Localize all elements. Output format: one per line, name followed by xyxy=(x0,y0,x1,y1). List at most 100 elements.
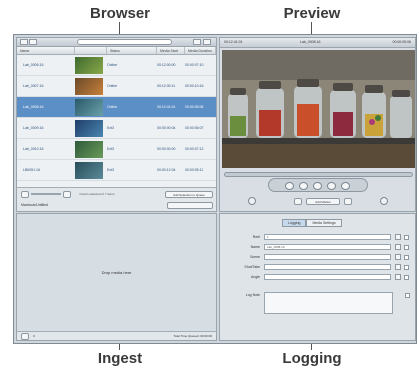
shuttle-icon[interactable] xyxy=(380,197,388,205)
logging-field-row: Shot/Take xyxy=(224,264,409,271)
field-checkbox[interactable] xyxy=(404,255,409,260)
clip-thumbnail xyxy=(75,119,103,137)
clip-media-duration: 00:00:05:11 xyxy=(185,168,204,172)
action-button[interactable] xyxy=(203,39,211,45)
clip-media-duration: 00:00:05:06 xyxy=(185,105,204,109)
clip-media-start: 00:12:30:11 xyxy=(157,84,176,88)
logging-field-row: Reel 1 xyxy=(224,234,409,241)
queue-count: 0 xyxy=(33,334,35,338)
clip-media-start: 00:00:00:00 xyxy=(157,147,176,151)
preview-header: 00:12:41:01 Lab_0008.16 00:00:05:06 xyxy=(220,38,415,48)
field-input[interactable]: 1 xyxy=(264,234,391,240)
transport-controls xyxy=(268,178,368,192)
browser-pane: Name Status Media Start Media Duration L… xyxy=(16,37,217,212)
clip-media-duration: 00:00:07:12 xyxy=(185,147,204,151)
clip-media-duration: 00:00:07:10 xyxy=(185,63,204,67)
clip-status: Online xyxy=(107,63,118,67)
list-view-button[interactable] xyxy=(29,39,37,45)
play-icon[interactable] xyxy=(313,182,322,190)
col-status[interactable]: Status xyxy=(107,47,157,54)
col-name[interactable]: Name xyxy=(17,47,75,54)
field-popup-button[interactable] xyxy=(395,234,401,240)
scrubber-bar[interactable] xyxy=(224,172,413,177)
col-media-duration[interactable]: Media Duration xyxy=(185,47,216,54)
clip-row[interactable]: Lab_0007.16 Online 00:12:30:11 00:00:10:… xyxy=(17,76,216,97)
go-to-start-icon[interactable] xyxy=(285,182,294,190)
clip-media-start: 00:12:41:01 xyxy=(157,105,176,109)
field-checkbox[interactable] xyxy=(404,235,409,240)
field-label: Reel xyxy=(252,235,260,239)
field-input[interactable] xyxy=(264,274,391,280)
drop-media-label: Drop media here xyxy=(101,270,132,275)
go-to-end-icon[interactable] xyxy=(341,182,350,190)
log-note-label: Log Note xyxy=(245,293,260,297)
clip-media-start: 00:00:00:04 xyxy=(157,126,176,130)
app-window: Name Status Media Start Media Duration L… xyxy=(13,34,417,344)
view-toggle-button[interactable] xyxy=(20,39,28,45)
callout-browser: Browser xyxy=(89,5,151,22)
callout-logging: Logging xyxy=(282,350,342,367)
clip-thumbnail xyxy=(75,140,103,158)
field-popup-button[interactable] xyxy=(395,274,401,280)
clip-row[interactable]: LB0051.16 Ext3 00:00:12:04 00:00:05:11 xyxy=(17,160,216,181)
step-back-icon[interactable] xyxy=(299,182,308,190)
search-input[interactable] xyxy=(77,39,172,45)
add-marker-button[interactable]: Add Marker xyxy=(306,198,340,205)
field-label: Name xyxy=(250,245,260,249)
log-note-field[interactable] xyxy=(264,292,393,314)
field-label: Angle xyxy=(251,275,260,279)
callout-preview: Preview xyxy=(283,5,341,22)
zoom-slider[interactable] xyxy=(31,193,61,195)
clip-name: Lab_0009.16 xyxy=(23,126,44,130)
callout-ingest: Ingest xyxy=(97,350,143,367)
clip-name: Lab_0007.16 xyxy=(23,84,44,88)
field-label: Scene xyxy=(250,255,260,259)
field-input[interactable] xyxy=(264,254,391,260)
tab-logging[interactable]: Logging xyxy=(282,219,307,227)
mark-in-button[interactable] xyxy=(294,198,302,205)
field-label: Shot/Take xyxy=(244,265,260,269)
jog-icon[interactable] xyxy=(248,197,256,205)
field-checkbox[interactable] xyxy=(404,275,409,280)
field-checkbox[interactable] xyxy=(404,245,409,250)
good-checkbox[interactable] xyxy=(405,293,410,298)
logging-field-row: Angle xyxy=(224,274,409,281)
clip-row[interactable]: Lab_0006.16 Online 00:12:00:00 00:00:07:… xyxy=(17,55,216,76)
logging-pane: Logging Media Settings Reel 1 Name Lab_0… xyxy=(219,213,416,341)
ingest-pane[interactable]: Drop media here 0 Total Time Queued: 00:… xyxy=(16,213,217,341)
clip-row[interactable]: Lab_0010.16 Ext3 00:00:00:00 00:00:07:12 xyxy=(17,139,216,160)
current-timecode: 00:12:41:01 xyxy=(224,40,243,44)
preview-pane: 00:12:41:01 Lab_0008.16 00:00:05:06 Add … xyxy=(219,37,416,212)
browser-column-header: Name Status Media Start Media Duration xyxy=(17,47,216,55)
video-frame[interactable] xyxy=(222,50,415,168)
clip-media-duration: 00:00:06:07 xyxy=(185,126,204,130)
mark-out-button[interactable] xyxy=(344,198,352,205)
clip-thumbnail xyxy=(75,77,103,95)
step-forward-icon[interactable] xyxy=(327,182,336,190)
browser-footer: 4 items selected of 7 items Add Selectio… xyxy=(17,187,216,211)
destination-popup[interactable] xyxy=(167,202,213,209)
field-checkbox[interactable] xyxy=(404,265,409,270)
preview-controls: Add Marker xyxy=(220,193,415,211)
volume-path: Macbook/Untitled xyxy=(21,203,49,207)
tab-media-settings[interactable]: Media Settings xyxy=(306,219,342,227)
logging-field-row: Name Lab_0008.16 xyxy=(224,244,409,251)
remove-button[interactable] xyxy=(21,333,29,340)
field-input[interactable] xyxy=(264,264,391,270)
clip-name: Lab_0008.16 xyxy=(23,105,44,109)
field-popup-button[interactable] xyxy=(395,264,401,270)
clip-row[interactable]: Lab_0008.16 Online 00:12:41:01 00:00:05:… xyxy=(17,97,216,118)
settings-button[interactable] xyxy=(193,39,201,45)
field-popup-button[interactable] xyxy=(395,244,401,250)
col-thumb[interactable] xyxy=(75,47,107,54)
col-media-start[interactable]: Media Start xyxy=(157,47,185,54)
zoom-out-button[interactable] xyxy=(21,191,29,198)
clip-status: Ext3 xyxy=(107,168,115,172)
clip-media-duration: 00:00:10:16 xyxy=(185,84,204,88)
field-input[interactable]: Lab_0008.16 xyxy=(264,244,391,250)
zoom-in-button[interactable] xyxy=(63,191,71,198)
field-popup-button[interactable] xyxy=(395,254,401,260)
add-to-queue-button[interactable]: Add Selection to Queue xyxy=(165,191,213,198)
clip-row[interactable]: Lab_0009.16 Ext3 00:00:00:04 00:00:06:07 xyxy=(17,118,216,139)
total-time-queued: Total Time Queued: 00:00:00 xyxy=(173,334,212,338)
